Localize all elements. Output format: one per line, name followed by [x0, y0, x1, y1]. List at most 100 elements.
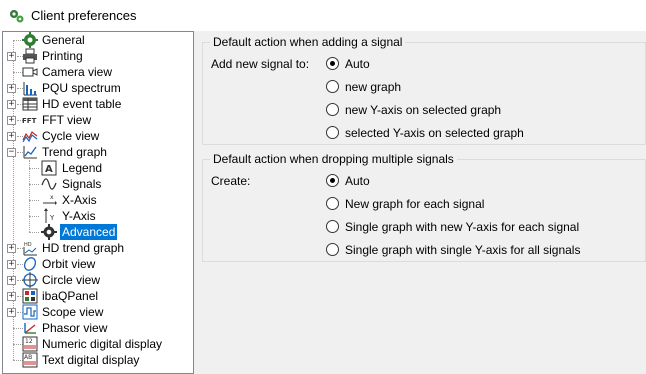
y-axis-icon: Y: [44, 208, 55, 223]
radio-button[interactable]: [326, 197, 339, 210]
tree-item-label: Trend graph: [42, 145, 107, 159]
radio-button[interactable]: [326, 220, 339, 233]
add-new-signal-label: Add new signal to:: [211, 57, 310, 71]
settings-panel: Default action when adding a signal Add …: [198, 31, 646, 374]
x-axis-icon: x: [43, 194, 57, 205]
tree-item-label: PQU spectrum: [42, 81, 121, 95]
table-icon: [22, 97, 38, 111]
tree-item-label: Advanced: [60, 224, 118, 240]
fft-icon: FFT: [22, 117, 37, 125]
tree-item-cycle-view[interactable]: + Cycle view: [3, 128, 191, 144]
circle-view-icon: [22, 272, 38, 288]
trend-graph-icon: [23, 146, 37, 159]
tree-item-trend-graph[interactable]: − Trend graph: [3, 144, 191, 160]
tree-item-label: Numeric digital display: [42, 337, 163, 351]
expand-icon[interactable]: +: [7, 116, 16, 125]
tree-item-label: Phasor view: [42, 321, 108, 335]
tree-item-camera-view[interactable]: Camera view: [3, 64, 191, 80]
tree-item-y-axis[interactable]: Y Y-Axis: [3, 208, 191, 224]
tree-item-label: HD event table: [42, 97, 122, 111]
tree-item-label: ibaQPanel: [42, 289, 99, 303]
tree-item-label: Text digital display: [42, 353, 140, 367]
gear-green-icon: [22, 32, 38, 48]
svg-text:HD: HD: [24, 242, 32, 248]
svg-text:12: 12: [25, 338, 33, 345]
expand-icon[interactable]: +: [7, 84, 16, 93]
window-title: Client preferences: [31, 8, 137, 23]
tree-item-legend[interactable]: A Legend: [3, 160, 191, 176]
gears-icon: [10, 10, 24, 23]
expand-icon[interactable]: +: [7, 276, 16, 285]
text-display-icon: AB: [22, 352, 38, 368]
tree-item-text-digital-display[interactable]: AB Text digital display: [3, 352, 191, 368]
tree-item-pqu-spectrum[interactable]: + PQU spectrum: [3, 80, 191, 96]
radio-label: Single graph with single Y-axis for all …: [345, 243, 581, 257]
gear-icon: [41, 224, 57, 240]
radio-label: Auto: [345, 57, 370, 71]
legend-icon: A: [41, 160, 57, 176]
tree-item-label: HD trend graph: [42, 241, 125, 255]
tree-item-label: Y-Axis: [62, 209, 96, 223]
tree-item-label: Scope view: [42, 305, 104, 319]
tree-item-advanced[interactable]: Advanced: [3, 224, 191, 240]
tree-item-numeric-digital-display[interactable]: 12 Numeric digital display: [3, 336, 191, 352]
group-title: Default action when adding a signal: [210, 35, 406, 49]
tree-item-label: Legend: [62, 161, 103, 175]
expand-icon[interactable]: +: [7, 244, 16, 253]
numeric-display-icon: 12: [22, 336, 38, 352]
tree-item-general[interactable]: General: [3, 32, 191, 48]
svg-text:x: x: [50, 194, 54, 201]
radio-button[interactable]: [326, 174, 339, 187]
cycle-icon: [22, 131, 38, 143]
tree-item-label: Signals: [62, 177, 102, 191]
collapse-icon[interactable]: −: [7, 148, 16, 157]
tree-item-x-axis[interactable]: x X-Axis: [3, 192, 191, 208]
expand-icon[interactable]: +: [7, 100, 16, 109]
expand-icon[interactable]: +: [7, 260, 16, 269]
tree-item-circle-view[interactable]: + Circle view: [3, 272, 191, 288]
tree-item-label: Orbit view: [42, 257, 96, 271]
tree-item-signals[interactable]: Signals: [3, 176, 191, 192]
radio-button[interactable]: [326, 243, 339, 256]
radio-label: new Y-axis on selected graph: [345, 103, 502, 117]
tree-item-label: FFT view: [42, 113, 92, 127]
tree-item-orbit-view[interactable]: + Orbit view: [3, 256, 191, 272]
radio-button[interactable]: [326, 126, 339, 139]
expand-icon[interactable]: +: [7, 292, 16, 301]
tree-item-printing[interactable]: + Printing: [3, 48, 191, 64]
svg-text:FFT: FFT: [22, 117, 37, 125]
tree-item-hd-event-table[interactable]: + HD event table: [3, 96, 191, 112]
radio-button[interactable]: [326, 103, 339, 116]
expand-icon[interactable]: +: [7, 132, 16, 141]
create-label: Create:: [211, 174, 251, 188]
radio-button[interactable]: [326, 80, 339, 93]
radio-button[interactable]: [326, 57, 339, 70]
tree-item-label: X-Axis: [62, 193, 97, 207]
hd-trend-icon: HD: [23, 242, 37, 256]
qpanel-icon: [22, 288, 38, 304]
svg-text:A: A: [45, 164, 53, 175]
tree-item-fft-view[interactable]: + FFT FFT view: [3, 112, 191, 128]
radio-label: Auto: [345, 174, 370, 188]
expand-icon[interactable]: +: [7, 308, 16, 317]
orbit-icon: [23, 257, 37, 271]
spectrum-icon: [23, 82, 37, 96]
tree-item-phasor-view[interactable]: Phasor view: [3, 320, 191, 336]
tree-item-label: General: [42, 33, 85, 47]
tree-item-scope-view[interactable]: + Scope view: [3, 304, 191, 320]
group-title: Default action when dropping multiple si…: [210, 152, 457, 166]
expand-icon[interactable]: +: [7, 52, 16, 61]
tree-item-ibaqpanel[interactable]: + ibaQPanel: [3, 288, 191, 304]
scope-icon: [22, 304, 38, 320]
title-bar: Client preferences: [0, 0, 646, 31]
adding-signal-group: Default action when adding a signal Add …: [202, 35, 646, 145]
tree-item-label: Printing: [42, 49, 83, 63]
radio-label: new graph: [345, 80, 402, 94]
camera-icon: [22, 67, 38, 77]
phasor-icon: [24, 323, 36, 334]
svg-text:AB: AB: [24, 354, 32, 361]
tree-item-label: Circle view: [42, 273, 101, 287]
preferences-tree[interactable]: General + Printing Camera view + PQU spe…: [2, 31, 194, 374]
tree-item-hd-trend-graph[interactable]: + HD HD trend graph: [3, 240, 191, 256]
radio-label: Single graph with new Y-axis for each si…: [345, 220, 580, 234]
